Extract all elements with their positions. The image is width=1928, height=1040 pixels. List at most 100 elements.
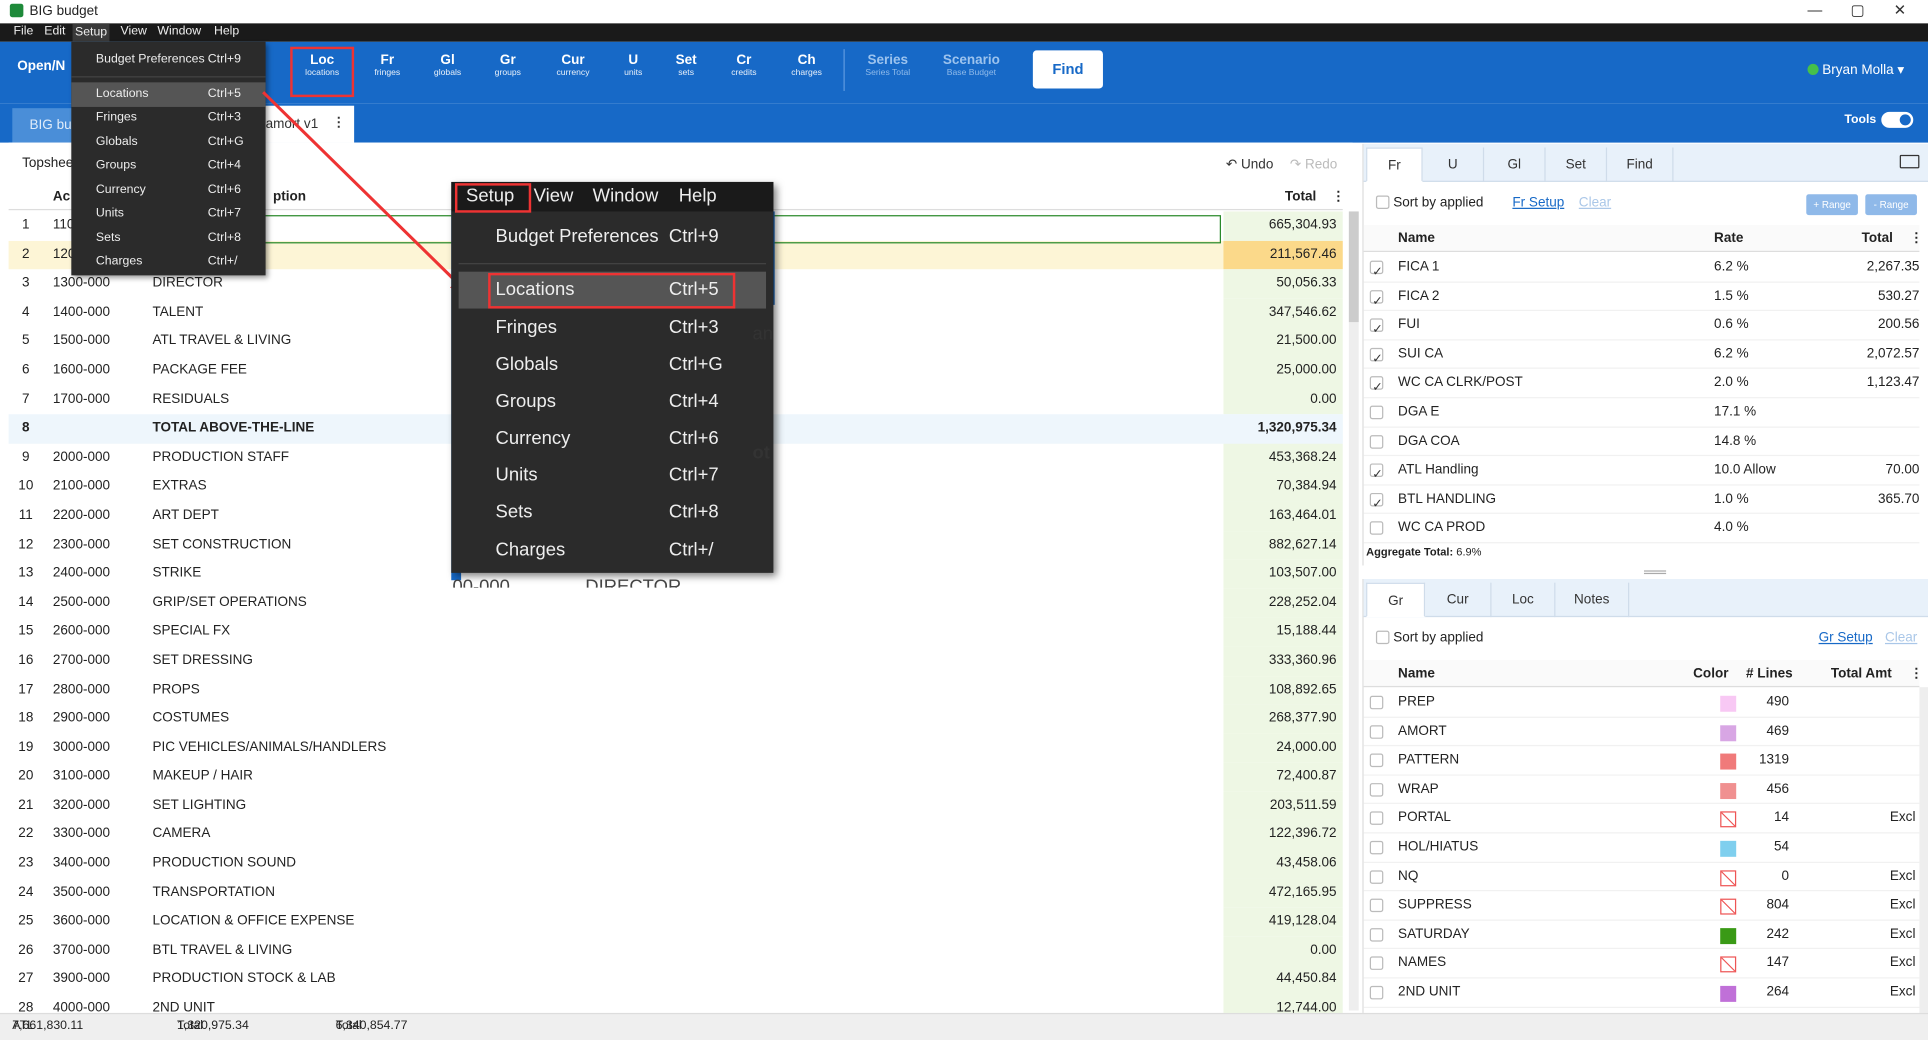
group-col-menu-icon[interactable]: ⋮ [1910,665,1924,681]
restore-icon[interactable]: ▢ [1851,1,1865,18]
groups-sort-checkbox[interactable] [1375,630,1390,645]
fringe-checkbox[interactable] [1369,258,1384,287]
zoom-menu-currency[interactable]: Currency Ctrl+6 [459,420,766,457]
row-description[interactable]: COSTUMES [152,705,229,734]
gr-setup-link[interactable]: Gr Setup [1819,631,1873,646]
row-description[interactable]: RESIDUALS [152,385,229,414]
close-icon[interactable]: ✕ [1894,1,1906,18]
redo-button[interactable]: ↷ Redo [1290,156,1337,172]
row-description[interactable]: SET DRESSING [152,646,252,675]
group-checkbox[interactable] [1369,869,1384,884]
tab-loc[interactable]: Loc [1492,582,1556,618]
groups-scrollbar[interactable] [1919,687,1928,1013]
row-account[interactable]: 3200-000 [53,792,110,821]
group-color-swatch[interactable] [1720,782,1737,799]
menu-view[interactable]: View [121,25,147,39]
fringe-checkbox[interactable] [1369,287,1384,316]
group-col-total[interactable]: Total Amt [1831,666,1892,681]
column-menu-icon[interactable]: ⋮ [1332,188,1346,204]
zoom-menu-groups[interactable]: Groups Ctrl+4 [459,384,766,421]
fringe-col-rate[interactable]: Rate [1714,231,1743,246]
toolbar-fringes-button[interactable]: Fr fringes [359,52,416,78]
fringe-row[interactable]: DGA E 17.1 % [1363,398,1920,428]
zoom-menu-charges[interactable]: Charges Ctrl+/ [459,532,766,569]
fringe-row[interactable]: FUI 0.6 % 200.56 [1363,311,1920,345]
toolbar-globals-button[interactable]: Gl globals [419,52,476,78]
table-row[interactable]: 26 3700-000 BTL TRAVEL & LIVING 0.00 [9,936,1343,966]
tab-fr[interactable]: Fr [1366,147,1423,182]
fringe-row[interactable]: SUI CA 6.2 % 2,072.57 [1363,340,1920,374]
fringe-col-menu-icon[interactable]: ⋮ [1910,230,1924,246]
panel-splitter-handle[interactable] [1643,570,1667,575]
fringe-checkbox[interactable] [1369,461,1384,490]
row-description[interactable]: CAMERA [152,821,210,850]
row-description[interactable]: PRODUCTION STAFF [152,443,289,472]
row-description[interactable]: PRODUCTION SOUND [152,850,296,879]
row-description[interactable]: GRIP/SET OPERATIONS [152,588,306,617]
group-color-swatch[interactable] [1720,753,1737,770]
fringe-row[interactable]: DGA COA 14.8 % [1363,427,1920,457]
menu-setup[interactable]: Setup [72,23,110,42]
group-color-swatch[interactable] [1720,956,1737,973]
row-description[interactable]: SET LIGHTING [152,792,246,821]
gr-clear-link[interactable]: Clear [1885,631,1917,646]
group-color-swatch[interactable] [1720,898,1737,915]
tab-more-icon[interactable]: ⋮ [332,114,346,131]
toolbar-currency-button[interactable]: Cur currency [545,52,602,78]
open-new-button[interactable]: Open/N [17,59,65,74]
table-row[interactable]: 23 3400-000 PRODUCTION SOUND 43,458.06 [9,849,1343,879]
group-row[interactable]: NQ 0 Excl [1363,862,1920,892]
row-account[interactable]: 2100-000 [53,472,110,501]
row-description[interactable]: PACKAGE FEE [152,356,246,385]
group-row[interactable]: PORTAL 14 Excl [1363,804,1920,834]
row-account[interactable]: 3500-000 [53,879,110,908]
zoom-menu-help[interactable]: Help [679,186,717,207]
row-account[interactable]: 2000-000 [53,443,110,472]
row-account[interactable]: 2800-000 [53,676,110,705]
fringe-checkbox[interactable] [1369,434,1384,449]
undo-button[interactable]: ↶ Undo [1226,156,1273,172]
tools-toggle[interactable] [1881,111,1914,128]
menu-window[interactable]: Window [157,25,201,39]
group-row[interactable]: SATURDAY 242 Excl [1363,920,1920,950]
row-description[interactable]: MAKEUP / HAIR [152,763,252,792]
find-button[interactable]: Find [1032,50,1103,89]
table-row[interactable]: 18 2900-000 COSTUMES 268,377.90 [9,704,1343,734]
tab-gl[interactable]: Gl [1484,147,1546,182]
row-description[interactable]: PIC VEHICLES/ANIMALS/HANDLERS [152,734,386,763]
row-account[interactable]: 2700-000 [53,646,110,675]
row-description[interactable]: ATL TRAVEL & LIVING [152,327,291,356]
group-row[interactable]: HOL/HIATUS 54 [1363,833,1920,863]
setup-menu-currency[interactable]: Currency Ctrl+6 [71,178,265,202]
group-row[interactable]: WRAP 456 [1363,775,1920,805]
row-account[interactable]: 3300-000 [53,821,110,850]
row-description[interactable]: TOTAL ABOVE-THE-LINE [152,414,314,443]
group-row[interactable]: PATTERN 1319 [1363,746,1920,776]
group-color-swatch[interactable] [1720,724,1737,741]
menu-file[interactable]: File [14,25,34,39]
fringe-row[interactable]: WC CA CLRK/POST 2.0 % 1,123.47 [1363,369,1920,403]
group-checkbox[interactable] [1369,956,1384,971]
setup-menu-sets[interactable]: Sets Ctrl+8 [71,226,265,250]
table-row[interactable]: 14 2500-000 GRIP/SET OPERATIONS 228,252.04 [9,588,1343,618]
zoom-menu-window[interactable]: Window [593,186,659,207]
table-row[interactable]: 20 3100-000 MAKEUP / HAIR 72,400.87 [9,762,1343,792]
row-account[interactable]: 3400-000 [53,850,110,879]
setup-menu-charges[interactable]: Charges Ctrl+/ [71,250,265,274]
row-account[interactable]: 1600-000 [53,356,110,385]
zoom-menu-fringes[interactable]: Fringes Ctrl+3 [459,310,766,347]
remove-range-button[interactable]: - Range [1865,194,1917,216]
setup-menu-units[interactable]: Units Ctrl+7 [71,202,265,226]
table-row[interactable]: 25 3600-000 LOCATION & OFFICE EXPENSE 419,1… [9,907,1343,937]
fringe-col-name[interactable]: Name [1398,231,1435,246]
row-account[interactable]: 1500-000 [53,327,110,356]
row-description[interactable]: TALENT [152,298,203,327]
fringe-row[interactable]: ATL Handling 10.0 Allow 70.00 [1363,456,1920,490]
group-checkbox[interactable] [1369,898,1384,913]
toolbar-charges-button[interactable]: Ch charges [778,52,835,78]
fringe-checkbox[interactable] [1369,374,1384,403]
fringe-checkbox[interactable] [1369,345,1384,374]
tab-cur[interactable]: Cur [1425,582,1492,618]
row-account[interactable]: 1400-000 [53,298,110,327]
zoom-menu-globals[interactable]: Globals Ctrl+G [459,347,766,384]
